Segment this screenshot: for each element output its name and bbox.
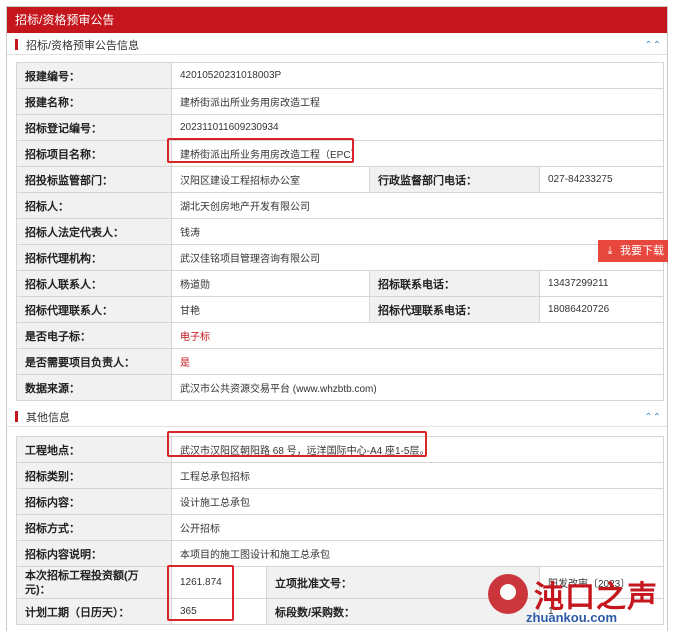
field-label: 立项批准文号：: [266, 566, 540, 599]
table-row: 招标方式： 公开招标: [16, 514, 665, 541]
field-value: 公开招标: [170, 514, 665, 541]
table-row: 招投标监管部门： 汉阳区建设工程招标办公室 行政监督部门电话： 027-8423…: [16, 166, 664, 193]
field-value: 电子标: [171, 322, 664, 349]
field-label: 本次招标工程投资额(万元)：: [16, 566, 172, 599]
download-button[interactable]: ⤓ 我要下载: [598, 240, 668, 262]
section-header-other-info[interactable]: 其他信息 ⌃⌃: [7, 409, 667, 427]
field-label: 招标内容：: [16, 488, 172, 515]
field-value: 建桥街派出所业务用房改造工程（EPC）: [171, 140, 664, 167]
table-row: 招标代理机构： 武汉佳铭项目管理咨询有限公司: [16, 244, 664, 271]
field-value: 202311011609230934: [171, 114, 664, 141]
table-row: 是否需要项目负责人： 是: [16, 348, 664, 375]
field-value: 建桥街派出所业务用房改造工程: [171, 88, 664, 115]
field-label: 标段数/采购数：: [266, 598, 540, 625]
field-value: 钱涛: [171, 218, 664, 245]
field-label: 招标类别：: [16, 462, 172, 489]
field-label: 招标人法定代表人：: [16, 218, 172, 245]
section-marker: [15, 39, 18, 50]
page-title: 招标/资格预审公告: [7, 7, 667, 33]
table-row: 计划工期（日历天）： 365 标段数/采购数： 1: [16, 598, 665, 625]
field-label: 报建名称：: [16, 88, 172, 115]
table-row: 数据来源： 武汉市公共资源交易平台 (www.whzbtb.com): [16, 374, 664, 401]
field-label: 招标代理联系电话：: [369, 296, 540, 323]
field-label: 招标方式：: [16, 514, 172, 541]
table-row: 报建编号： 42010520231018003P: [16, 62, 664, 89]
section-title: 其他信息: [26, 412, 70, 424]
field-value: 是: [171, 348, 664, 375]
table-row: 招标内容： 设计施工总承包: [16, 488, 665, 515]
field-label: 报建编号：: [16, 62, 172, 89]
section-header-announcement-info[interactable]: 招标/资格预审公告信息 ⌃⌃: [7, 37, 667, 55]
field-label: 招标联系电话：: [369, 270, 540, 297]
download-label: 我要下载: [620, 245, 664, 257]
double-chevron-up-icon[interactable]: ⌃⌃: [644, 37, 661, 55]
field-value: 本项目的施工图设计和施工总承包: [170, 540, 665, 567]
table-row: 招标项目名称： 建桥街派出所业务用房改造工程（EPC）: [16, 140, 664, 167]
field-value: 汉阳区建设工程招标办公室: [171, 166, 370, 193]
field-label: 招标代理联系人：: [16, 296, 172, 323]
table-row: 招标代理联系人： 甘艳 招标代理联系电话： 18086420726: [16, 296, 664, 323]
field-value: 武汉市汉阳区朝阳路 68 号，远洋国际中心-A4 座1-5层。: [170, 436, 665, 463]
field-value: 武汉佳铭项目管理咨询有限公司: [171, 244, 664, 271]
field-value: 设计施工总承包: [170, 488, 665, 515]
field-value: 甘艳: [171, 296, 370, 323]
download-icon: ⤓: [607, 245, 613, 257]
field-value: 13437299211: [539, 270, 664, 297]
section-title: 招标/资格预审公告信息: [26, 40, 140, 52]
table-row: 招标登记编号： 202311011609230934: [16, 114, 664, 141]
field-value: 42010520231018003P: [171, 62, 664, 89]
table-row: 工程地点： 武汉市汉阳区朝阳路 68 号，远洋国际中心-A4 座1-5层。: [16, 436, 665, 463]
table-row: 本次招标工程投资额(万元)： 1261.874 立项批准文号： 阳发改审〔202…: [16, 566, 665, 599]
field-value: 1261.874: [171, 566, 267, 599]
table-row: 是否电子标： 电子标: [16, 322, 664, 349]
field-label: 数据来源：: [16, 374, 172, 401]
section-marker: [15, 411, 18, 422]
field-label: 招标人：: [16, 192, 172, 219]
field-label: 招标人联系人：: [16, 270, 172, 297]
announcement-panel: 招标/资格预审公告 招标/资格预审公告信息 ⌃⌃ 报建编号： 420105202…: [6, 6, 668, 631]
table-row: 报建名称： 建桥街派出所业务用房改造工程: [16, 88, 664, 115]
field-label: 是否电子标：: [16, 322, 172, 349]
field-label: 是否需要项目负责人：: [16, 348, 172, 375]
field-label: 招标代理机构：: [16, 244, 172, 271]
field-value: 365: [171, 598, 267, 625]
table-row: 招标人： 湖北天创房地产开发有限公司: [16, 192, 664, 219]
field-label: 招标内容说明：: [16, 540, 172, 567]
table-row: 招标人法定代表人： 钱涛: [16, 218, 664, 245]
announcement-info-table: 报建编号： 42010520231018003P 报建名称： 建桥街派出所业务用…: [16, 62, 664, 401]
field-value: 工程总承包招标: [170, 462, 665, 489]
field-label: 工程地点：: [16, 436, 172, 463]
double-chevron-up-icon[interactable]: ⌃⌃: [644, 409, 661, 427]
table-row: 招标人联系人： 杨道勋 招标联系电话： 13437299211: [16, 270, 664, 297]
data-source-link[interactable]: 武汉市公共资源交易平台 (www.whzbtb.com): [171, 374, 664, 401]
field-label: 招标项目名称：: [16, 140, 172, 167]
field-value: 阳发改审〔2023〕: [538, 566, 665, 599]
field-label: 行政监督部门电话：: [369, 166, 540, 193]
table-row: 招标内容说明： 本项目的施工图设计和施工总承包: [16, 540, 665, 567]
field-value: 1: [538, 598, 665, 625]
field-label: 招投标监管部门：: [16, 166, 172, 193]
table-row: 招标类别： 工程总承包招标: [16, 462, 665, 489]
field-label: 计划工期（日历天）：: [16, 598, 172, 625]
field-value: 18086420726: [539, 296, 664, 323]
field-value: 湖北天创房地产开发有限公司: [171, 192, 664, 219]
field-value: 027-84233275: [539, 166, 664, 193]
field-label: 招标登记编号：: [16, 114, 172, 141]
field-value: 杨道勋: [171, 270, 370, 297]
other-info-table: 工程地点： 武汉市汉阳区朝阳路 68 号，远洋国际中心-A4 座1-5层。 招标…: [16, 436, 665, 625]
